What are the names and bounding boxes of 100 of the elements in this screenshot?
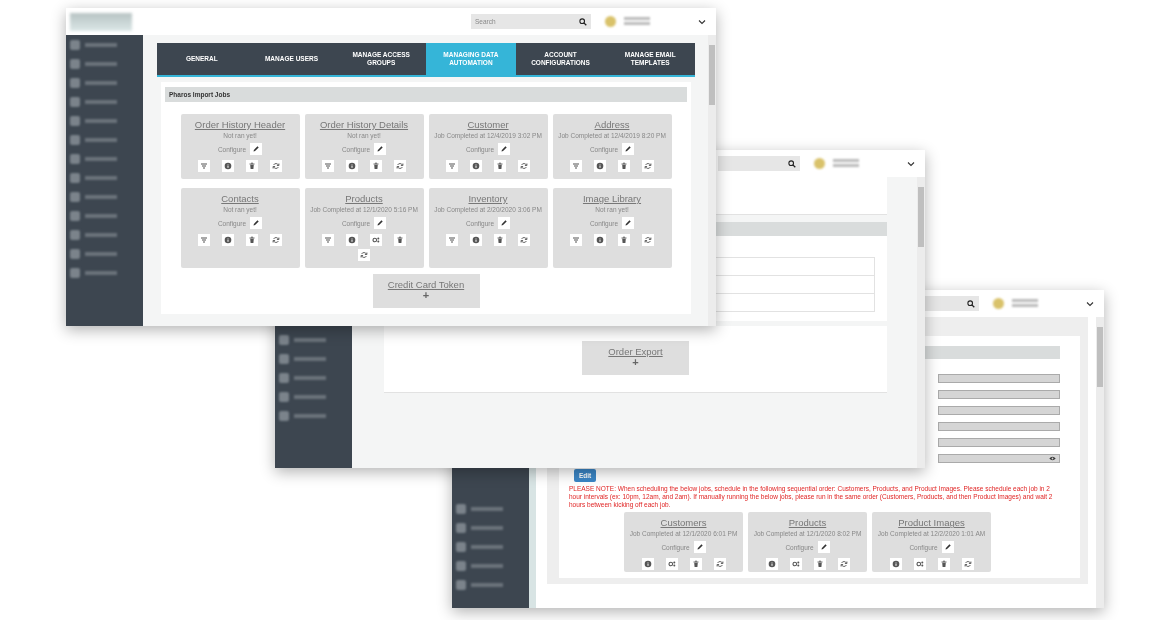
info-button[interactable] (889, 558, 902, 571)
job-title-link[interactable]: Products (788, 517, 827, 529)
input-field[interactable] (938, 406, 1060, 415)
info-icon (596, 236, 604, 244)
info-button[interactable] (594, 160, 606, 172)
refresh-button[interactable] (394, 160, 406, 172)
refresh-button[interactable] (713, 558, 726, 571)
trash-button[interactable] (618, 160, 630, 172)
trash-icon (691, 560, 700, 569)
trash-button[interactable] (394, 234, 406, 246)
info-icon (472, 236, 480, 244)
search-field[interactable] (718, 156, 800, 171)
edit-button[interactable] (250, 143, 263, 155)
refresh-button[interactable] (270, 234, 282, 246)
input-field[interactable] (938, 390, 1060, 399)
trash-button[interactable] (246, 160, 258, 172)
edit-button[interactable] (817, 541, 830, 554)
job-title-link[interactable]: Customer (467, 119, 509, 130)
job-title-link[interactable]: Product Images (898, 517, 965, 529)
trash-button[interactable] (618, 234, 630, 246)
input-field[interactable] (938, 438, 1060, 447)
edit-button[interactable] (941, 541, 954, 554)
job-title-link[interactable]: Inventory (468, 193, 508, 204)
blurred-username (624, 17, 650, 26)
refresh-icon (644, 162, 652, 170)
trash-button[interactable] (494, 234, 506, 246)
pencil-icon (252, 219, 261, 227)
refresh-icon (520, 162, 528, 170)
edit-button[interactable] (250, 217, 263, 229)
edit-button[interactable] (622, 143, 635, 155)
edit-button[interactable] (374, 217, 387, 229)
filter-icon (572, 236, 580, 244)
job-title-link[interactable]: Image Library (582, 193, 642, 204)
info-icon (224, 236, 232, 244)
job-title-link[interactable]: Contacts (221, 193, 259, 204)
search-icon (579, 17, 587, 26)
add-job-card[interactable]: Credit Card Token + (372, 274, 480, 308)
trash-icon (939, 560, 948, 569)
info-button[interactable] (594, 234, 606, 246)
gears-icon (791, 560, 800, 569)
chevron-down-icon[interactable] (907, 160, 915, 167)
input-field[interactable] (938, 422, 1060, 431)
trash-button[interactable] (937, 558, 950, 571)
trash-button[interactable] (246, 234, 258, 246)
refresh-button[interactable] (837, 558, 850, 571)
trash-button[interactable] (813, 558, 826, 571)
scrollbar[interactable] (1096, 317, 1104, 608)
gears-button[interactable] (789, 558, 802, 571)
info-button[interactable] (346, 234, 358, 246)
gears-button[interactable] (665, 558, 678, 571)
refresh-button[interactable] (358, 249, 370, 261)
scrollbar[interactable] (708, 35, 716, 326)
input-field[interactable] (938, 454, 1060, 463)
edit-button[interactable] (693, 541, 706, 554)
refresh-button[interactable] (961, 558, 974, 571)
eye-icon[interactable] (1049, 456, 1056, 461)
job-title-link[interactable]: Products (345, 193, 383, 204)
trash-icon (620, 162, 628, 170)
info-button[interactable] (222, 234, 234, 246)
info-button[interactable] (641, 558, 654, 571)
pencil-icon (500, 145, 509, 153)
trash-icon (396, 236, 404, 244)
pencil-icon (943, 543, 952, 552)
refresh-button[interactable] (518, 160, 530, 172)
gears-button[interactable] (913, 558, 926, 571)
blurred-username (1012, 299, 1038, 308)
info-button[interactable] (470, 234, 482, 246)
edit-button[interactable] (498, 217, 511, 229)
job-title-link[interactable]: Order History Details (319, 119, 409, 130)
edit-button[interactable] (622, 217, 635, 229)
refresh-button[interactable] (518, 234, 530, 246)
trash-icon (372, 162, 380, 170)
job-title-link[interactable]: Customers (660, 517, 707, 529)
refresh-button[interactable] (270, 160, 282, 172)
info-button[interactable] (222, 160, 234, 172)
trash-button[interactable] (494, 160, 506, 172)
trash-button[interactable] (689, 558, 702, 571)
pencil-icon (376, 219, 385, 227)
filter-icon (448, 236, 456, 244)
edit-button[interactable] (374, 143, 387, 155)
refresh-button[interactable] (642, 160, 654, 172)
job-title-link[interactable]: Address (594, 119, 630, 130)
info-button[interactable] (470, 160, 482, 172)
edit-button[interactable] (498, 143, 511, 155)
trash-icon (248, 236, 256, 244)
blurred-username (833, 159, 859, 168)
chevron-down-icon[interactable] (1086, 300, 1094, 307)
input-field[interactable] (938, 374, 1060, 383)
trash-button[interactable] (370, 160, 382, 172)
gears-button[interactable] (370, 234, 382, 246)
job-title-link[interactable]: Order History Header (194, 119, 286, 130)
chevron-down-icon[interactable] (698, 18, 706, 25)
info-button[interactable] (765, 558, 778, 571)
info-button[interactable] (346, 160, 358, 172)
gears-icon (915, 560, 924, 569)
refresh-button[interactable] (642, 234, 654, 246)
refresh-icon (272, 236, 280, 244)
info-icon (348, 236, 356, 244)
add-job-card[interactable]: Order Export + (582, 341, 689, 375)
scrollbar[interactable] (917, 177, 925, 468)
